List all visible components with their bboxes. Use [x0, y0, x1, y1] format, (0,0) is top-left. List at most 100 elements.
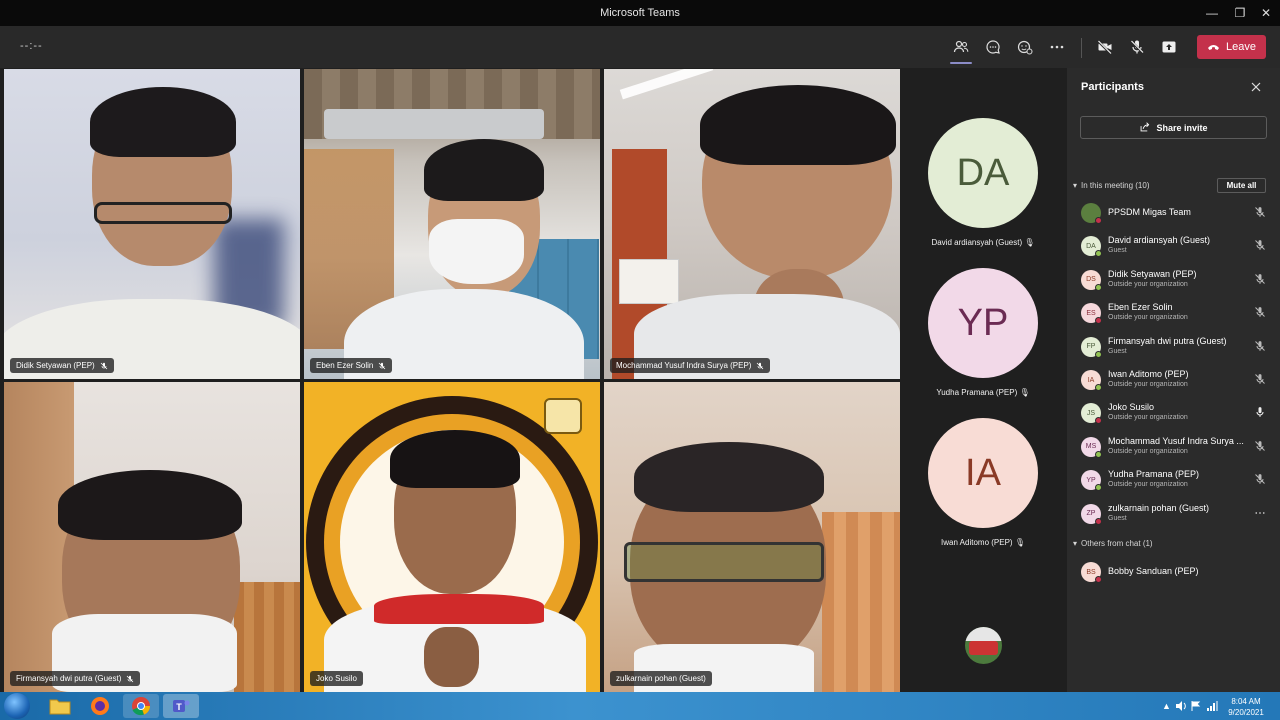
hang-up-icon [1208, 45, 1219, 50]
video-tile-zulkarnain[interactable]: zulkarnain pohan (Guest) [604, 382, 900, 692]
participant-subtitle: Outside your organization [1108, 314, 1188, 322]
mic-off-icon[interactable] [1254, 440, 1266, 452]
share-invite-label: Share invite [1156, 122, 1208, 133]
video-tile-joko[interactable]: Joko Susilo [304, 382, 600, 692]
participants-button[interactable] [950, 36, 972, 64]
mic-off-icon: 🎙︎ [1024, 238, 1035, 247]
participant-row[interactable]: YP Yudha Pramana (PEP) Outside your organi… [1081, 465, 1271, 495]
participant-row[interactable]: JS Joko Susilo Outside your organization [1081, 398, 1271, 428]
mute-all-button[interactable]: Mute all [1217, 178, 1266, 193]
speaker-icon[interactable] [1176, 701, 1187, 711]
more-options-icon[interactable] [1254, 507, 1266, 519]
chat-button[interactable] [982, 36, 1004, 58]
toolbar-divider [1081, 38, 1082, 58]
leave-label: Leave [1226, 41, 1256, 53]
more-actions-button[interactable] [1046, 36, 1068, 58]
teams-icon: T [173, 700, 190, 712]
in-meeting-header[interactable]: ▾ In this meeting (10) [1073, 181, 1150, 190]
audio-participant-1[interactable]: YP Yudha Pramana (PEP) 🎙︎ [928, 268, 1038, 397]
mic-off-icon [127, 675, 134, 682]
avatar: FP [1081, 336, 1102, 358]
start-button[interactable] [4, 693, 30, 719]
participant-row[interactable]: PPSDM Migas Team [1081, 198, 1271, 228]
mic-off-icon[interactable] [1254, 340, 1266, 352]
participant-name: Iwan Aditomo (PEP) [1108, 369, 1189, 379]
mic-off-icon[interactable] [1254, 373, 1266, 385]
participant-row[interactable]: ZP zulkarnain pohan (Guest) Guest [1081, 499, 1271, 529]
participant-row[interactable]: IA Iwan Aditomo (PEP) Outside your organiz… [1081, 365, 1271, 395]
mic-off-icon[interactable] [1254, 206, 1266, 218]
chrome-button[interactable] [123, 694, 159, 718]
tile-name-badge: Didik Setyawan (PEP) [10, 358, 114, 373]
participant-subtitle: Guest [1108, 514, 1127, 522]
video-feed [304, 69, 600, 379]
close-window-button[interactable]: ✕ [1252, 4, 1280, 22]
close-icon[interactable] [1249, 80, 1263, 94]
video-feed [4, 382, 300, 692]
avatar [1081, 203, 1102, 224]
share-invite-button[interactable]: Share invite [1080, 116, 1267, 139]
network-icon[interactable] [1206, 700, 1218, 712]
avatar: YP [1081, 470, 1102, 492]
video-tile-mochammad[interactable]: Mochammad Yusuf Indra Surya (PEP) [604, 69, 900, 379]
mic-off-icon[interactable] [1254, 273, 1266, 285]
participant-name: Joko Susilo [1108, 402, 1155, 413]
presence-icon [1095, 517, 1102, 525]
file-explorer-button[interactable] [42, 694, 78, 718]
avatar: ES [1081, 303, 1102, 325]
self-video-avatar[interactable] [965, 627, 1002, 664]
avatar: YP [928, 268, 1038, 378]
participant-row[interactable]: DA David ardiansyah (Guest) Guest [1081, 231, 1271, 261]
flag-icon[interactable] [1191, 701, 1201, 711]
mic-off-icon[interactable] [1254, 239, 1266, 251]
panel-title: Participants [1081, 81, 1144, 93]
video-stage: Didik Setyawan (PEP) Eben Ezer Solin Moc… [0, 68, 1064, 692]
presence-icon [1095, 417, 1102, 425]
audio-participant-2[interactable]: IA Iwan Aditomo (PEP) 🎙︎ [928, 418, 1038, 547]
meeting-toolbar: --:-- Leave [0, 26, 1280, 68]
video-tile-firmansyah[interactable]: Firmansyah dwi putra (Guest) [4, 382, 300, 692]
participant-row[interactable]: FP Firmansyah dwi putra (Guest) Guest [1081, 332, 1271, 362]
participant-row[interactable]: ES Eben Ezer Solin Outside your organizati… [1081, 298, 1271, 328]
avatar: DS [1081, 269, 1102, 291]
people-icon [953, 40, 969, 53]
restore-button[interactable]: ❐ [1226, 4, 1254, 22]
chevron-down-icon: ▾ [1073, 181, 1078, 190]
reactions-button[interactable] [1014, 36, 1036, 58]
avatar: IA [1081, 370, 1102, 391]
minimize-button[interactable]: — [1198, 4, 1226, 22]
mic-off-icon[interactable] [1254, 306, 1266, 318]
windows-taskbar: T ▲ 8:04 AM 9/20/2021 [0, 692, 1280, 720]
mic-on-icon[interactable] [1254, 406, 1266, 418]
meeting-timer: --:-- [20, 40, 43, 52]
participant-row[interactable]: DS Didik Setyawan (PEP) Outside your organ… [1081, 265, 1271, 295]
leave-button[interactable]: Leave [1197, 35, 1266, 59]
participant-name: Yudha Pramana (PEP) [1108, 469, 1200, 480]
presence-icon [1095, 576, 1102, 583]
video-tile-didik[interactable]: Didik Setyawan (PEP) [4, 69, 300, 379]
mic-toggle-button[interactable] [1126, 36, 1148, 58]
participant-name: Mochammad Yusuf Indra Surya ... [1108, 435, 1244, 446]
participant-row[interactable]: BS Bobby Sanduan (PEP) [1081, 557, 1271, 587]
show-hidden-icons[interactable]: ▲ [1162, 701, 1171, 711]
tile-name: Mochammad Yusuf Indra Surya (PEP) [616, 361, 752, 370]
presence-icon [1095, 317, 1102, 325]
camera-toggle-button[interactable] [1094, 36, 1116, 58]
presence-icon [1095, 250, 1102, 258]
tile-name-badge: Mochammad Yusuf Indra Surya (PEP) [610, 358, 771, 373]
firefox-button[interactable] [82, 694, 118, 718]
mic-off-icon [379, 362, 386, 369]
avatar: MS [1081, 436, 1102, 458]
video-tile-eben[interactable]: Eben Ezer Solin [304, 69, 600, 379]
share-screen-button[interactable] [1158, 36, 1180, 58]
participant-subtitle: Outside your organization [1108, 280, 1188, 288]
strip-name: David ardiansyah (Guest) 🎙︎ [931, 238, 1035, 247]
mic-off-icon[interactable] [1254, 473, 1266, 485]
teams-button[interactable]: T [163, 694, 199, 718]
folder-icon [49, 699, 71, 715]
others-from-chat-header[interactable]: ▾ Others from chat (1) [1073, 539, 1153, 548]
audio-participant-0[interactable]: DA David ardiansyah (Guest) 🎙︎ [928, 118, 1038, 247]
system-clock[interactable]: 8:04 AM 9/20/2021 [1224, 696, 1268, 718]
participant-name: Bobby Sanduan (PEP) [1108, 566, 1199, 576]
participant-row[interactable]: MS Mochammad Yusuf Indra Surya ... Outside… [1081, 432, 1271, 462]
